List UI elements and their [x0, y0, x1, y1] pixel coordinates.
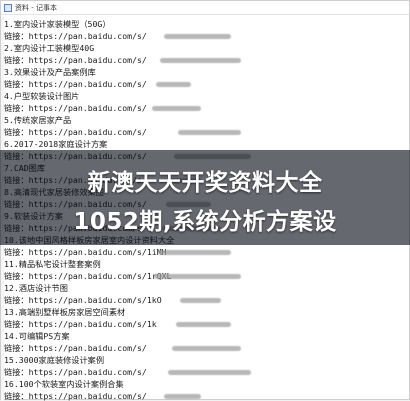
resource-title-line: 16.100个软装室内设计案例合集 — [4, 379, 124, 389]
resource-link-line: 链接：https://pan.baidu.com/s/ — [4, 31, 147, 41]
resource-link-line: 链接：https://pan.baidu.com/s/ — [4, 343, 147, 353]
resource-link-line: 链接：https://pan.baidu.com/s/ — [4, 367, 147, 377]
resource-link-line: 链接：https://pan.baidu.com/s/ — [4, 127, 147, 137]
resource-title-line: 11.精品私宅设计整套案例 — [4, 259, 101, 269]
resource-link-line: 链接：https://pan.baidu.com/s/ — [4, 391, 147, 401]
resource-title-line: 2.室内设计工装模型40G — [4, 43, 95, 53]
resource-title-line: 15.3000家庭装修设计案例 — [4, 355, 105, 365]
resource-link-line: 链接：https://pan.baidu.com/s/1kO — [4, 295, 162, 305]
resource-link-line: 链接：https://pan.baidu.com/s/1iMH — [4, 247, 167, 257]
redacted-link-smudge — [164, 34, 231, 39]
resource-title-line: 4.户型软装设计图片 — [4, 91, 80, 101]
resource-title-line: 12.酒店设计节图 — [4, 283, 68, 293]
resource-title-line: 6.2017-2018家庭设计方案 — [4, 139, 108, 149]
resource-title-line: 3.效果设计及产品案例库 — [4, 67, 96, 77]
redacted-link-smudge — [158, 250, 231, 255]
title-bar: 资料 - 记事本 — [1, 1, 409, 15]
redacted-link-smudge — [154, 274, 241, 279]
resource-title-line: 14.可编辑PS方案 — [4, 331, 70, 341]
redacted-link-smudge — [178, 130, 241, 135]
resource-link-line: 链接：https://pan.baidu.com/s/1k — [4, 319, 157, 329]
resource-title-line: 1.室内设计家装模型（50G） — [4, 19, 111, 29]
redacted-link-smudge — [180, 298, 221, 303]
redacted-link-smudge — [164, 394, 201, 399]
banner-headline: 新澳天天开奖资料大全 — [87, 170, 323, 196]
resource-link-line: 链接：https://pan.baidu.com/s/ — [4, 55, 147, 65]
window-title: 资料 - 记事本 — [15, 3, 57, 12]
notepad-icon — [4, 3, 12, 12]
resource-link-line: 链接：https://pan.baidu.com/s/ — [4, 79, 147, 89]
redacted-link-smudge — [172, 346, 241, 351]
redacted-link-smudge — [176, 322, 231, 327]
resource-link-line: 链接：https://pan.baidu.com/s/ — [4, 103, 147, 113]
redacted-link-smudge — [160, 58, 241, 63]
redacted-link-smudge — [156, 82, 191, 87]
resource-title-line: 5.传统家居家产品 — [4, 115, 72, 125]
redacted-link-smudge — [168, 370, 251, 375]
resource-link-line: 链接：https://pan.baidu.com/s/1rQXL — [4, 271, 172, 281]
redacted-link-smudge — [152, 106, 201, 111]
banner-subheadline: 1052期,系统分析方案设 — [73, 209, 337, 235]
resource-title-line: 13.高端别墅样板房家居空间素材 — [4, 307, 126, 317]
